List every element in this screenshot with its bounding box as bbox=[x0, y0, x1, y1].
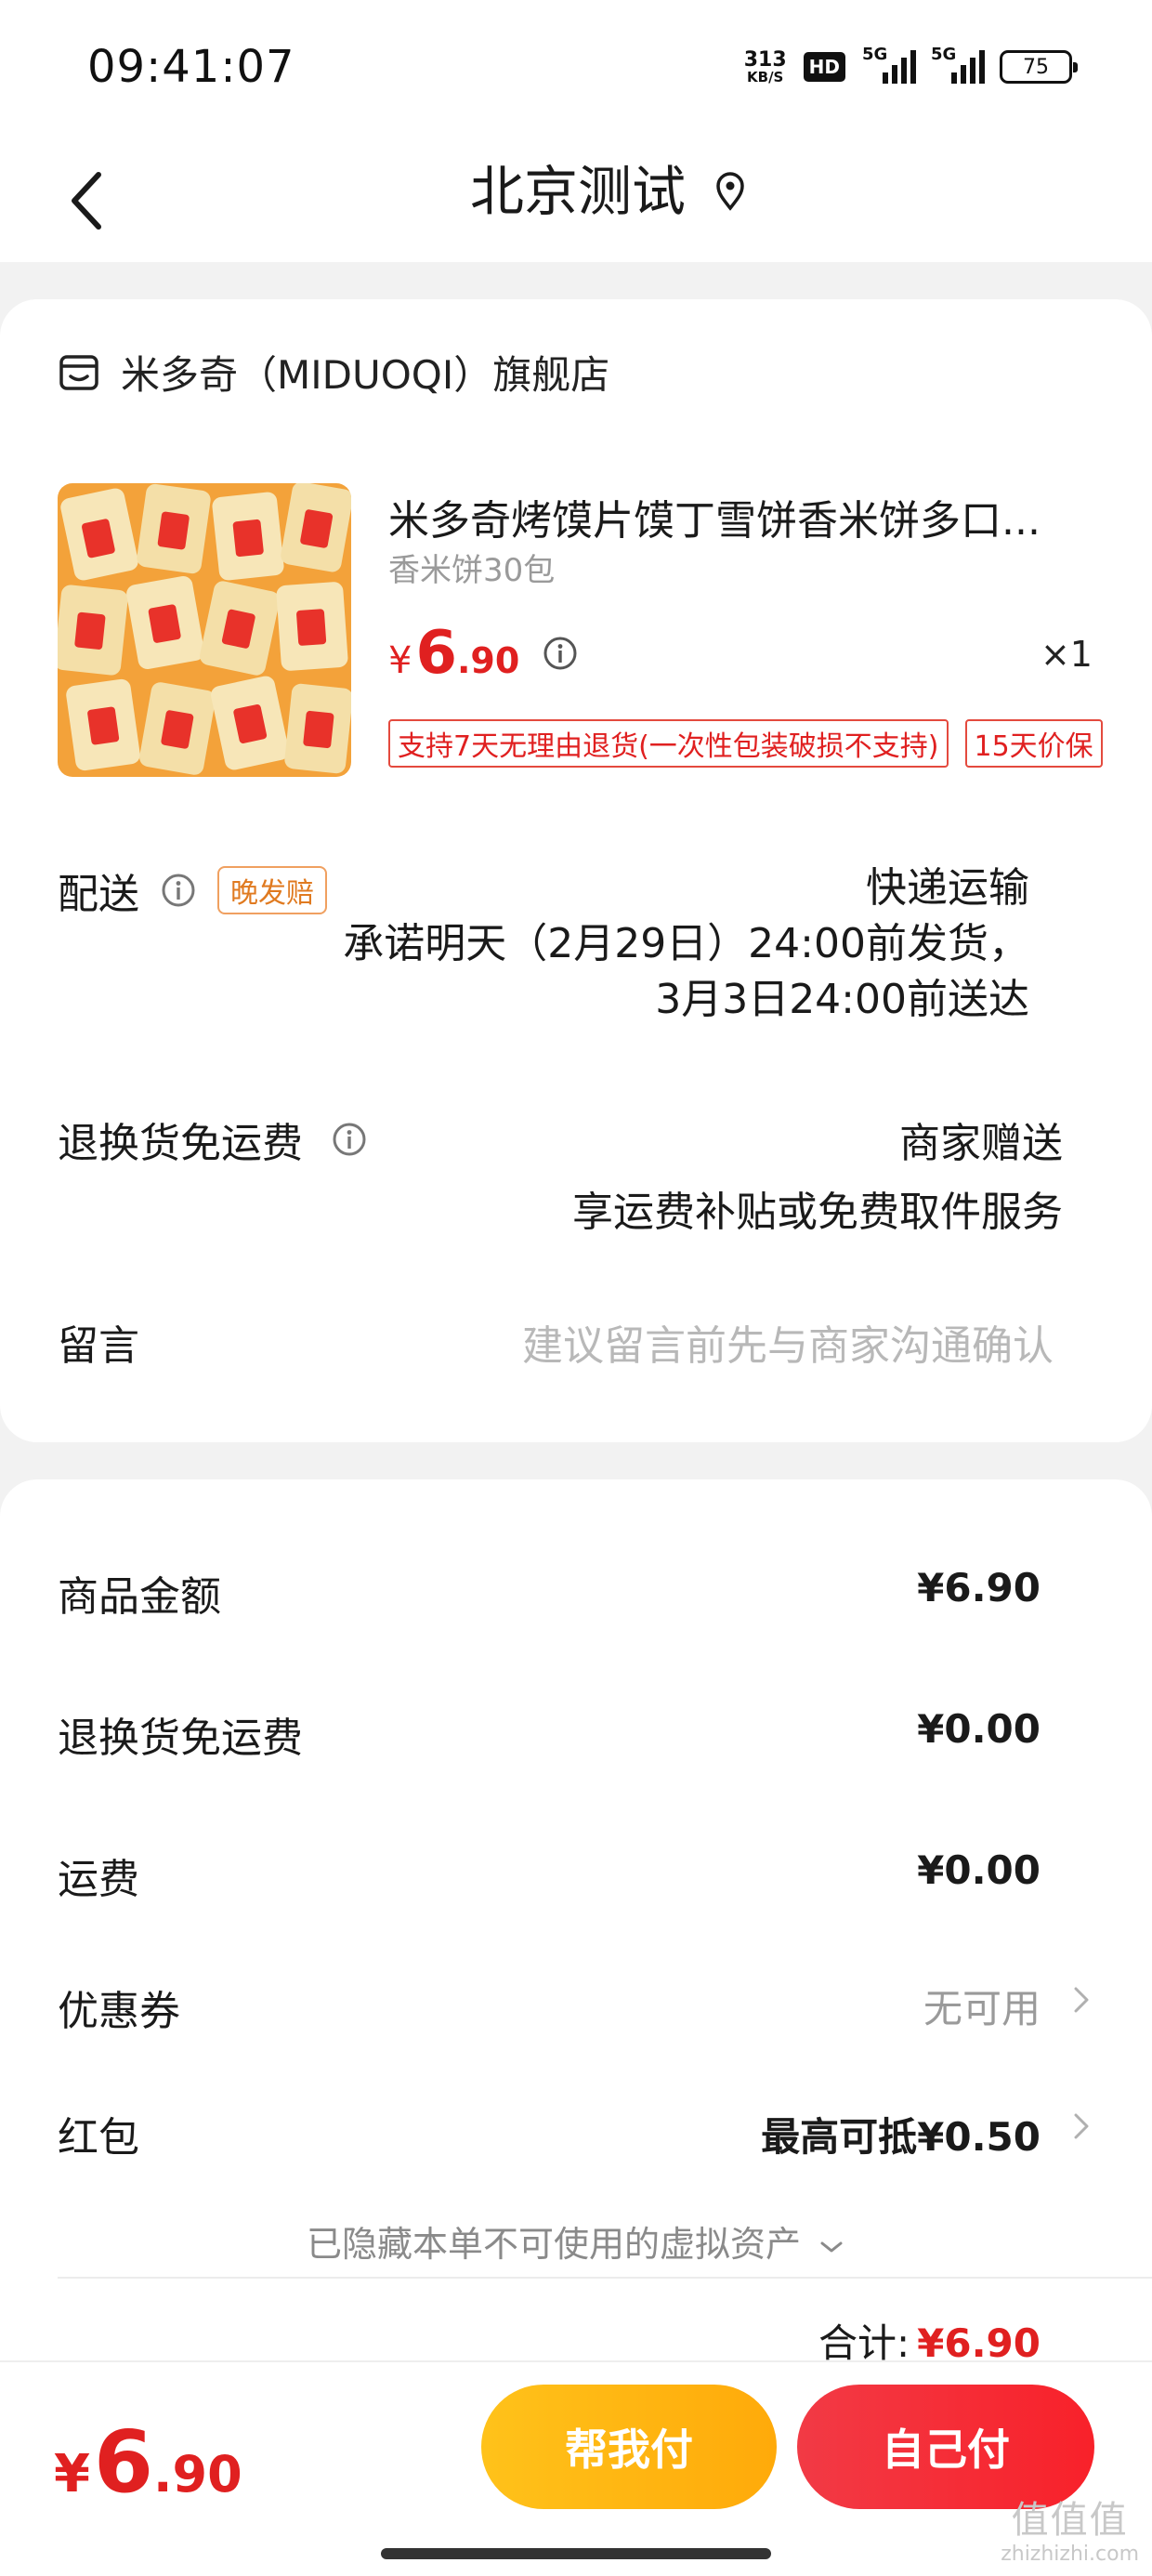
delivery-details[interactable]: 快递运输 承诺明天（2月29日）24:00前发货， 3月3日24:00前送达 bbox=[343, 861, 1029, 1028]
bottom-total-price: ¥ 6 .90 bbox=[54, 2412, 242, 2512]
redpacket-chevron-icon[interactable] bbox=[1070, 2108, 1093, 2145]
delivery-info-icon[interactable] bbox=[160, 872, 197, 909]
signal-icon-sim1: 5G bbox=[862, 45, 916, 85]
network-speed: 313 KB/S bbox=[743, 47, 787, 85]
delivery-promise-line2: 3月3日24:00前送达 bbox=[655, 976, 1029, 1023]
product-price-symbol: ¥ bbox=[388, 639, 412, 682]
battery-level: 75 bbox=[1023, 55, 1049, 79]
watermark-glyphs: 值值值 bbox=[1011, 2499, 1129, 2542]
location-pin-icon bbox=[716, 172, 744, 211]
coupon-chevron-icon[interactable] bbox=[1070, 1981, 1093, 2018]
delivery-label: 配送 bbox=[58, 871, 139, 918]
redpacket-label: 红包 bbox=[58, 2114, 139, 2162]
watermark: 值值值 zhizhizhi.com bbox=[1001, 2498, 1139, 2567]
return-shipping-desc: 享运费补贴或免费取件服务 bbox=[572, 1189, 1063, 1236]
bottom-price-symbol: ¥ bbox=[54, 2444, 90, 2504]
message-input[interactable]: 建议留言前先与商家沟通确认 bbox=[522, 1312, 1054, 1372]
price-summary-card: 商品金额 ¥6.90 退换货免运费 ¥0.00 运费 ¥0.00 优惠券 无可用… bbox=[0, 1479, 1152, 2409]
network-speed-value: 313 bbox=[743, 47, 787, 72]
return-shipping-label: 退换货免运费 bbox=[58, 1120, 303, 1167]
home-indicator[interactable] bbox=[381, 2548, 771, 2559]
page-title[interactable]: 北京测试 bbox=[0, 154, 1152, 229]
help-pay-button[interactable]: 帮我付 bbox=[481, 2385, 777, 2509]
order-card: 米多奇（MIDUOQI）旗舰店 米多奇烤馍片馍丁雪饼香米饼多口... 香米饼30… bbox=[0, 299, 1152, 1442]
sim2-network-label: 5G bbox=[931, 45, 957, 64]
return-shipping-details: 商家赠送 享运费补贴或免费取件服务 bbox=[572, 1110, 1063, 1247]
product-price: ¥ 6 .90 bbox=[388, 619, 579, 688]
page-title-text: 北京测试 bbox=[469, 160, 686, 223]
sim1-network-label: 5G bbox=[862, 45, 888, 64]
shipping-fee-label: 运费 bbox=[58, 1856, 139, 1903]
return-shipping-info-icon[interactable] bbox=[331, 1121, 368, 1158]
hidden-assets-toggle[interactable]: 已隐藏本单不可使用的虚拟资产 bbox=[0, 2215, 1152, 2267]
redpacket-value[interactable]: 最高可抵¥0.50 bbox=[761, 2106, 1041, 2162]
status-clock: 09:41:07 bbox=[87, 41, 295, 93]
network-speed-unit: KB/S bbox=[747, 68, 784, 85]
bottom-price-integer: 6 bbox=[93, 2412, 153, 2512]
battery-icon: 75 bbox=[1000, 50, 1078, 84]
status-icons: 313 KB/S HD 5G 5G 75 bbox=[743, 45, 1078, 87]
hd-icon: HD bbox=[803, 52, 845, 82]
coupon-value[interactable]: 无可用 bbox=[923, 1978, 1041, 2034]
shop-header[interactable]: 米多奇（MIDUOQI）旗舰店 bbox=[58, 344, 609, 401]
product-title[interactable]: 米多奇烤馍片馍丁雪饼香米饼多口... bbox=[388, 487, 1067, 546]
coupon-label: 优惠券 bbox=[58, 1988, 180, 2035]
signal-icon-sim2: 5G bbox=[931, 45, 985, 85]
return-fee-value: ¥0.00 bbox=[917, 1706, 1041, 1752]
self-pay-button[interactable]: 自己付 bbox=[797, 2385, 1094, 2509]
product-tags: 支持7天无理由退货(一次性包装破损不支持) 15天价保 bbox=[388, 719, 1103, 768]
watermark-url: zhizhizhi.com bbox=[1001, 2543, 1139, 2566]
return-shipping-value: 商家赠送 bbox=[899, 1120, 1063, 1167]
nav-bar: 北京测试 bbox=[0, 139, 1152, 262]
status-bar: 09:41:07 313 KB/S HD 5G 5G 75 bbox=[0, 0, 1152, 139]
price-protection-tag: 15天价保 bbox=[964, 719, 1103, 768]
product-price-integer: 6 bbox=[415, 619, 457, 688]
goods-amount-label: 商品金额 bbox=[58, 1573, 221, 1621]
hidden-assets-text: 已隐藏本单不可使用的虚拟资产 bbox=[306, 2224, 801, 2265]
shop-name: 米多奇（MIDUOQI）旗舰店 bbox=[121, 352, 610, 398]
product-price-decimal: .90 bbox=[456, 640, 520, 681]
product-image[interactable] bbox=[58, 483, 351, 777]
delivery-promise-line1: 承诺明天（2月29日）24:00前发货， bbox=[343, 920, 1029, 967]
return-fee-label: 退换货免运费 bbox=[58, 1715, 303, 1762]
shop-icon bbox=[59, 354, 98, 390]
shipping-fee-value: ¥0.00 bbox=[917, 1847, 1041, 1893]
price-info-icon[interactable] bbox=[542, 635, 579, 672]
return-shipping-row: 退换货免运费 bbox=[58, 1110, 368, 1169]
late-compensation-badge: 晚发赔 bbox=[217, 866, 327, 914]
return-policy-tag: 支持7天无理由退货(一次性包装破损不支持) bbox=[388, 719, 949, 768]
summary-divider bbox=[58, 2277, 1152, 2279]
delivery-row: 配送 晚发赔 bbox=[58, 861, 327, 920]
delivery-method: 快递运输 bbox=[866, 864, 1029, 912]
message-label: 留言 bbox=[58, 1322, 139, 1370]
goods-amount-value: ¥6.90 bbox=[917, 1565, 1041, 1610]
bottom-price-decimal: .90 bbox=[152, 2445, 242, 2504]
bottom-pay-bar: ¥ 6 .90 帮我付 自己付 值值值 zhizhizhi.com bbox=[0, 2360, 1152, 2576]
product-spec[interactable]: 香米饼30包 bbox=[388, 545, 555, 590]
product-quantity: ×1 bbox=[1040, 634, 1093, 675]
chevron-down-icon bbox=[820, 2241, 843, 2253]
total-value: ¥6.90 bbox=[917, 2320, 1041, 2366]
